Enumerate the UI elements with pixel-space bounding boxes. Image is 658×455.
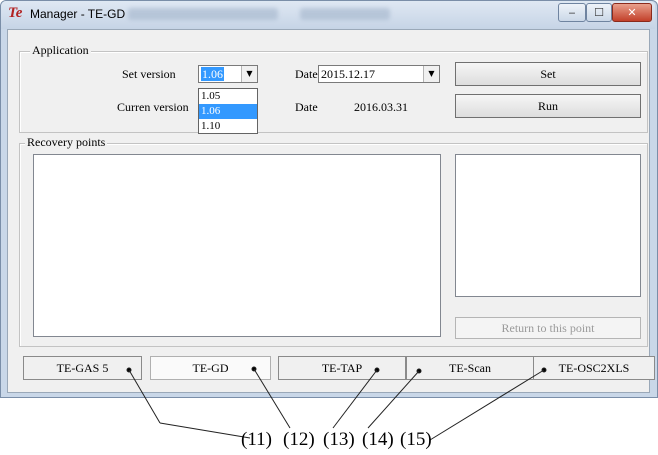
callout-lines	[126, 366, 547, 441]
callout-line-11	[128, 369, 161, 424]
callout-line-11b	[159, 422, 251, 439]
callout-line-15	[429, 369, 545, 441]
callout-line-13	[332, 369, 378, 429]
callout-line-12	[253, 368, 291, 429]
callout-11: (11)	[241, 429, 272, 450]
callout-12: (12)	[283, 429, 315, 450]
callout-13: (13)	[323, 429, 355, 450]
callout-line-14	[367, 370, 420, 429]
callout-15: (15)	[400, 429, 432, 450]
callout-14: (14)	[362, 429, 394, 450]
